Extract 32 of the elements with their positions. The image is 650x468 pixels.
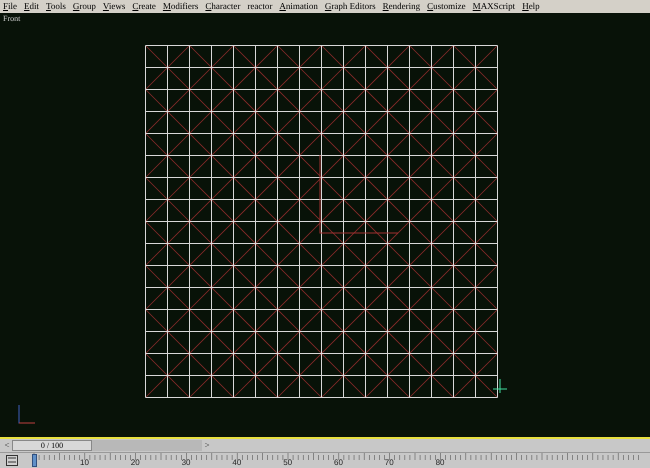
menu-item[interactable]: Modifiers bbox=[162, 2, 198, 11]
key-mode-icon[interactable] bbox=[6, 455, 18, 466]
menu-item[interactable]: Customize bbox=[427, 2, 466, 11]
frame-number: 40 bbox=[232, 459, 242, 467]
current-frame-marker[interactable] bbox=[32, 454, 37, 467]
menu-item[interactable]: File bbox=[3, 2, 18, 11]
menu-item[interactable]: Edit bbox=[24, 2, 40, 11]
previous-frame-button[interactable]: < bbox=[2, 440, 12, 451]
axis-tripod-icon bbox=[16, 405, 36, 425]
frame-number: 20 bbox=[130, 459, 140, 467]
frame-number: 80 bbox=[436, 459, 444, 467]
frame-number: 10 bbox=[80, 459, 89, 467]
pivot-axis-icon bbox=[319, 155, 399, 235]
menu-item[interactable]: Create bbox=[132, 2, 156, 11]
menu-item[interactable]: reactor bbox=[247, 2, 272, 11]
menu-item[interactable]: Rendering bbox=[382, 2, 420, 11]
menu-item[interactable]: Group bbox=[72, 2, 96, 11]
frame-number: 70 bbox=[384, 459, 394, 467]
frame-number: 60 bbox=[334, 459, 343, 467]
frame-number: 50 bbox=[283, 459, 292, 467]
menu-item[interactable]: Animation bbox=[279, 2, 318, 11]
menu-item[interactable]: Views bbox=[102, 2, 126, 11]
frame-number: 30 bbox=[182, 459, 190, 467]
menu-item[interactable]: Help bbox=[522, 2, 540, 11]
next-frame-button[interactable]: > bbox=[202, 440, 212, 451]
menu-item[interactable]: Tools bbox=[46, 2, 66, 11]
menu-item[interactable]: Character bbox=[205, 2, 240, 11]
viewport-label: Front bbox=[3, 15, 20, 23]
time-slider-thumb[interactable]: 0 / 100 bbox=[12, 440, 92, 451]
menu-item[interactable]: Graph Editors bbox=[324, 2, 376, 11]
transform-gizmo-icon bbox=[493, 379, 507, 393]
menu-item[interactable]: MAXScript bbox=[472, 2, 516, 11]
